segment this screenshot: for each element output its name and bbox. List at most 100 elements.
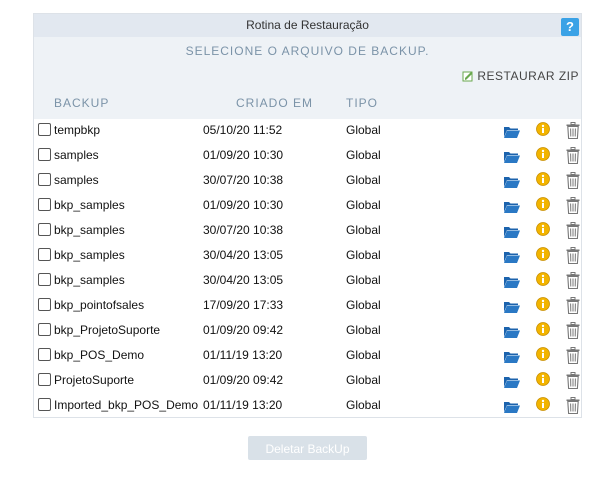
info-icon[interactable]	[536, 172, 550, 186]
folder-open-icon[interactable]	[504, 351, 520, 363]
backup-date: 05/10/20 11:52	[203, 123, 283, 137]
folder-open-icon[interactable]	[504, 226, 520, 238]
backup-type: Global	[346, 398, 381, 412]
dialog-subtitle: SELECIONE O ARQUIVO DE BACKUP.	[185, 44, 430, 58]
folder-open-icon[interactable]	[504, 276, 520, 288]
trash-icon[interactable]	[566, 272, 580, 289]
restore-zip-button[interactable]: RESTAURAR ZIP	[462, 69, 579, 83]
row-checkbox[interactable]	[38, 173, 51, 186]
table-row: bkp_ProjetoSuporte 01/09/20 09:42 Global	[34, 319, 581, 344]
backup-type: Global	[346, 123, 381, 137]
folder-open-icon[interactable]	[504, 176, 520, 188]
trash-icon[interactable]	[566, 297, 580, 314]
backup-name: bkp_ProjetoSuporte	[54, 323, 161, 337]
trash-icon[interactable]	[566, 122, 580, 139]
info-icon[interactable]	[536, 297, 550, 311]
backup-name: bkp_pointofsales	[54, 298, 145, 312]
row-checkbox[interactable]	[38, 148, 51, 161]
trash-icon[interactable]	[566, 372, 580, 389]
column-header-created: CRIADO EM	[236, 96, 314, 110]
backup-type: Global	[346, 248, 381, 262]
backup-date: 01/11/19 13:20	[203, 348, 283, 362]
backup-date: 01/11/19 13:20	[203, 398, 283, 412]
folder-open-icon[interactable]	[504, 401, 520, 413]
backup-date: 17/09/20 17:33	[203, 298, 284, 312]
backup-name: tempbkp	[54, 123, 101, 137]
backup-type: Global	[346, 173, 381, 187]
backup-name: samples	[54, 173, 99, 187]
info-icon[interactable]	[536, 397, 550, 411]
table-row: bkp_samples 30/04/20 13:05 Global	[34, 269, 581, 294]
backup-type: Global	[346, 198, 381, 212]
restore-dialog: Rotina de Restauração ? SELECIONE O ARQU…	[33, 13, 582, 418]
backup-date: 30/04/20 13:05	[203, 248, 284, 262]
folder-open-icon[interactable]	[504, 201, 520, 213]
row-checkbox[interactable]	[38, 348, 51, 361]
folder-open-icon[interactable]	[504, 126, 520, 138]
row-checkbox[interactable]	[38, 298, 51, 311]
folder-open-icon[interactable]	[504, 251, 520, 263]
delete-backup-button[interactable]: Deletar BackUp	[248, 436, 367, 460]
backup-type: Global	[346, 273, 381, 287]
trash-icon[interactable]	[566, 172, 580, 189]
folder-open-icon[interactable]	[504, 376, 520, 388]
row-checkbox[interactable]	[38, 248, 51, 261]
backup-date: 30/04/20 13:05	[203, 273, 284, 287]
trash-icon[interactable]	[566, 222, 580, 239]
table-row: bkp_samples 30/07/20 10:38 Global	[34, 219, 581, 244]
table-row: bkp_POS_Demo 01/11/19 13:20 Global	[34, 344, 581, 369]
table-row: Imported_bkp_POS_Demo 01/11/19 13:20 Glo…	[34, 394, 581, 419]
backup-name: samples	[54, 148, 99, 162]
backup-type: Global	[346, 323, 381, 337]
row-checkbox[interactable]	[38, 323, 51, 336]
info-icon[interactable]	[536, 372, 550, 386]
help-button[interactable]: ?	[561, 18, 579, 36]
row-checkbox[interactable]	[38, 223, 51, 236]
row-checkbox[interactable]	[38, 398, 51, 411]
info-icon[interactable]	[536, 222, 550, 236]
row-checkbox[interactable]	[38, 373, 51, 386]
column-header-type: TIPO	[346, 96, 379, 110]
backup-name: bkp_POS_Demo	[54, 348, 145, 362]
info-icon[interactable]	[536, 247, 550, 261]
folder-open-icon[interactable]	[504, 326, 520, 338]
zip-edit-icon	[462, 71, 473, 82]
table-row: bkp_samples 01/09/20 10:30 Global	[34, 194, 581, 219]
backup-name: ProjetoSuporte	[54, 373, 135, 387]
trash-icon[interactable]	[566, 322, 580, 339]
backup-name: bkp_samples	[54, 248, 125, 262]
row-checkbox[interactable]	[38, 198, 51, 211]
table-row: tempbkp 05/10/20 11:52 Global	[34, 119, 581, 144]
restore-zip-label: RESTAURAR ZIP	[477, 69, 579, 83]
trash-icon[interactable]	[566, 197, 580, 214]
backup-name: bkp_samples	[54, 223, 125, 237]
table-row: bkp_samples 30/04/20 13:05 Global	[34, 244, 581, 269]
backup-date: 01/09/20 10:30	[203, 148, 284, 162]
backup-date: 01/09/20 10:30	[203, 198, 284, 212]
backup-type: Global	[346, 373, 381, 387]
info-icon[interactable]	[536, 147, 550, 161]
backup-date: 30/07/20 10:38	[203, 173, 284, 187]
row-checkbox[interactable]	[38, 123, 51, 136]
dialog-subheader: SELECIONE O ARQUIVO DE BACKUP. RESTAURAR…	[34, 37, 581, 119]
trash-icon[interactable]	[566, 397, 580, 414]
info-icon[interactable]	[536, 322, 550, 336]
info-icon[interactable]	[536, 347, 550, 361]
dialog-title: Rotina de Restauração	[246, 18, 369, 32]
row-checkbox[interactable]	[38, 273, 51, 286]
table-row: bkp_pointofsales 17/09/20 17:33 Global	[34, 294, 581, 319]
trash-icon[interactable]	[566, 147, 580, 164]
backup-type: Global	[346, 348, 381, 362]
backup-type: Global	[346, 298, 381, 312]
info-icon[interactable]	[536, 197, 550, 211]
table-row: ProjetoSuporte 01/09/20 09:42 Global	[34, 369, 581, 394]
info-icon[interactable]	[536, 272, 550, 286]
folder-open-icon[interactable]	[504, 301, 520, 313]
backup-date: 01/09/20 09:42	[203, 323, 284, 337]
backup-type: Global	[346, 148, 381, 162]
info-icon[interactable]	[536, 122, 550, 136]
trash-icon[interactable]	[566, 347, 580, 364]
folder-open-icon[interactable]	[504, 151, 520, 163]
column-header-backup: BACKUP	[54, 96, 110, 110]
trash-icon[interactable]	[566, 247, 580, 264]
